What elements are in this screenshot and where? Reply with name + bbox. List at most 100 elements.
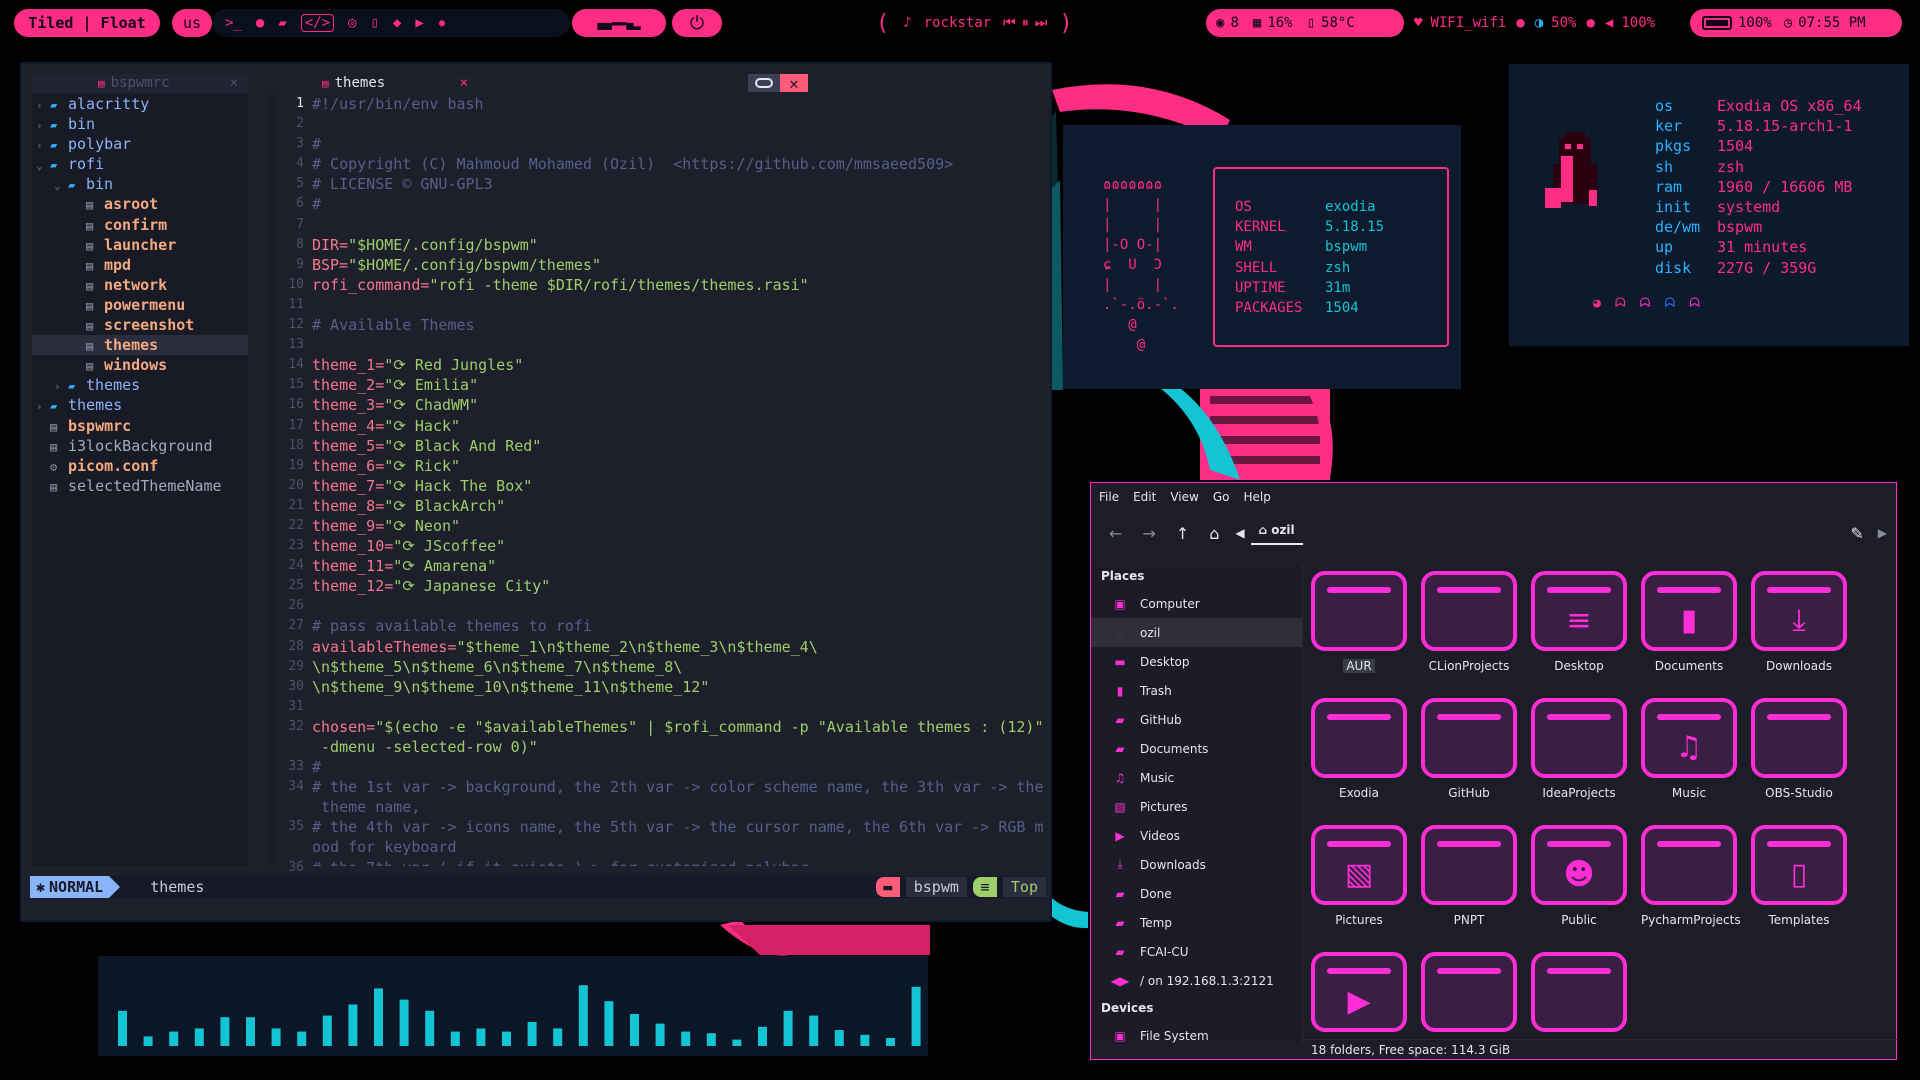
folder-item[interactable]: ☻ Public (1531, 825, 1627, 931)
path-left-icon[interactable]: ◀ (1235, 526, 1244, 540)
tree-item[interactable]: ▤ mpd (32, 255, 248, 275)
gear-icon[interactable]: ✹ (438, 15, 446, 31)
back-icon[interactable]: ← (1109, 524, 1122, 543)
sidebar-item[interactable]: ▧ Pictures (1091, 792, 1302, 821)
forward-icon[interactable]: → (1142, 524, 1155, 543)
folder-icon: ▰ (50, 158, 58, 173)
sidebar-item[interactable]: ▬ Desktop (1091, 647, 1302, 676)
home-icon[interactable]: ⌂ (1209, 524, 1219, 543)
folder-item[interactable]: ▧ Pictures (1311, 825, 1407, 931)
tree-item[interactable]: ▤ bspwmrc (32, 416, 248, 436)
tree-item[interactable]: ▤ launcher (32, 235, 248, 255)
tree-item[interactable]: › ▰ themes (32, 375, 248, 395)
github-icon[interactable]: ◎ (348, 15, 356, 31)
brightness-icon[interactable]: ◑ (1535, 15, 1543, 31)
tree-item[interactable]: ▤ themes (32, 335, 248, 356)
wifi-icon[interactable]: ♥ (1414, 15, 1422, 31)
sidebar-item[interactable]: ⤓ Downloads (1091, 850, 1302, 879)
tree-item[interactable]: ⌄ ▰ bin (32, 174, 248, 194)
folder-icon: ▶ (1311, 952, 1407, 1032)
folder-item[interactable]: ♫ Music (1641, 698, 1737, 804)
folder-item[interactable]: GitHub (1421, 698, 1517, 804)
folder-icon: ▰ (50, 138, 58, 153)
menu-view[interactable]: View (1170, 490, 1198, 504)
workspaces[interactable]: ▄▄▬▬▄▂ (572, 9, 666, 37)
line-number: 17 (288, 417, 304, 433)
tree-label: themes (104, 336, 159, 355)
folder-item[interactable]: OBS-Studio (1751, 698, 1847, 804)
folder-item[interactable]: ▮ Documents (1641, 571, 1737, 677)
tree-item[interactable]: › ▰ alacritty (32, 94, 248, 114)
tree-item[interactable]: ▤ screenshot (32, 315, 248, 335)
layout-indicator[interactable]: Tiled | Float (14, 9, 160, 37)
folder-item[interactable]: PNPT (1421, 825, 1517, 931)
folder-item[interactable]: ▯ Templates (1751, 825, 1847, 931)
chat-icon[interactable]: ◆ (393, 15, 401, 31)
folder-item[interactable]: CLionProjects (1421, 571, 1517, 677)
close-icon[interactable]: × (230, 75, 238, 91)
up-icon[interactable]: ↑ (1176, 524, 1189, 543)
vim-icon: ✱ (36, 878, 46, 896)
tree-item[interactable]: › ▰ bin (32, 114, 248, 134)
tree-item[interactable]: ⌄ ▰ rofi (32, 154, 248, 174)
sidebar-item[interactable]: ▮ Trash (1091, 676, 1302, 705)
sidebar-item[interactable]: ▶ Videos (1091, 821, 1302, 850)
wifi-label[interactable]: WIFI_wifi (1430, 15, 1506, 31)
folder-icon[interactable]: ▰ (278, 15, 286, 31)
close-window-button[interactable]: ✕ (780, 74, 808, 93)
folder-item[interactable]: PycharmProjects (1641, 825, 1741, 931)
sidebar-item[interactable]: ▰ Done (1091, 879, 1302, 908)
folder-item[interactable]: ⤓ Downloads (1751, 571, 1847, 677)
folder-item[interactable]: IdeaProjects (1531, 698, 1627, 804)
path-right-icon[interactable]: ▶ (1878, 526, 1887, 540)
menu-help[interactable]: Help (1243, 490, 1270, 504)
sidebar-item[interactable]: ▰ Documents (1091, 734, 1302, 763)
sidebar-item[interactable]: ◀▶ / on 192.168.1.3:2121 (1091, 966, 1302, 995)
sidebar-item[interactable]: ▰ GitHub (1091, 705, 1302, 734)
tree-item[interactable]: ▤ windows (32, 355, 248, 375)
location-crumb[interactable]: ⌂ ozil (1250, 521, 1303, 545)
editor-tab-inactive[interactable]: ▤ bspwmrc × (32, 74, 248, 92)
sidebar-item[interactable]: ▰ FCAI-CU (1091, 937, 1302, 966)
toggle-button[interactable] (748, 74, 780, 92)
next-icon[interactable]: ⏭ (1035, 15, 1048, 31)
sidebar-item[interactable]: ♫ Music (1091, 763, 1302, 792)
pause-icon[interactable]: ⏸ (1022, 15, 1029, 31)
code-area[interactable]: #!/usr/bin/env bash # # Copyright (C) Mah… (312, 94, 1054, 866)
tree-item[interactable]: ⚙ picom.conf (32, 456, 248, 476)
editor-icon[interactable]: ▯ (370, 15, 378, 31)
folder-item[interactable]: Exodia (1311, 698, 1407, 804)
tree-item[interactable]: ▤ confirm (32, 215, 248, 235)
tree-item[interactable]: ▤ i3lockBackground (32, 436, 248, 456)
power-button[interactable]: ⏻ (672, 9, 722, 37)
folder-icon: ▮ (1641, 571, 1737, 651)
keyboard-layout[interactable]: us (172, 9, 212, 37)
previous-icon[interactable]: ⏮ (1003, 15, 1016, 31)
line-number: 34 (288, 779, 304, 795)
tree-item[interactable]: ▤ selectedThemeName (32, 476, 248, 496)
volume-icon[interactable]: ◀ (1605, 15, 1613, 31)
tree-item[interactable]: › ▰ polybar (32, 134, 248, 154)
tree-item[interactable]: ▤ network (32, 275, 248, 295)
edit-path-icon[interactable]: ✎ (1850, 524, 1863, 543)
terminal-icon[interactable]: >_ (225, 15, 242, 31)
folder-item[interactable]: ≡ Desktop (1531, 571, 1627, 677)
sidebar-item[interactable]: ▰ Temp (1091, 908, 1302, 937)
tree-item[interactable]: ▤ powermenu (32, 295, 248, 315)
menu-go[interactable]: Go (1213, 490, 1230, 504)
youtube-icon[interactable]: ▶ (415, 15, 423, 31)
code-icon[interactable]: </> (300, 14, 335, 32)
menu-file[interactable]: File (1099, 490, 1119, 504)
tree-item[interactable]: ▤ asroot (32, 194, 248, 214)
tree-item[interactable]: › ▰ themes (32, 395, 248, 415)
visualizer-bar (399, 999, 409, 1046)
sidebar-item[interactable]: ⌂ ozil (1091, 618, 1302, 647)
folder-icon: ▰ (50, 399, 58, 414)
folder-item[interactable]: AUR (1311, 571, 1407, 677)
editor-tab-active[interactable]: ▤ themes × (308, 74, 468, 92)
sidebar-item[interactable]: ▣ File System (1091, 1021, 1302, 1050)
firefox-icon[interactable]: ● (256, 15, 264, 31)
sidebar-item[interactable]: ▣ Computer (1091, 589, 1302, 618)
close-icon[interactable]: × (460, 75, 468, 91)
menu-edit[interactable]: Edit (1133, 490, 1156, 504)
